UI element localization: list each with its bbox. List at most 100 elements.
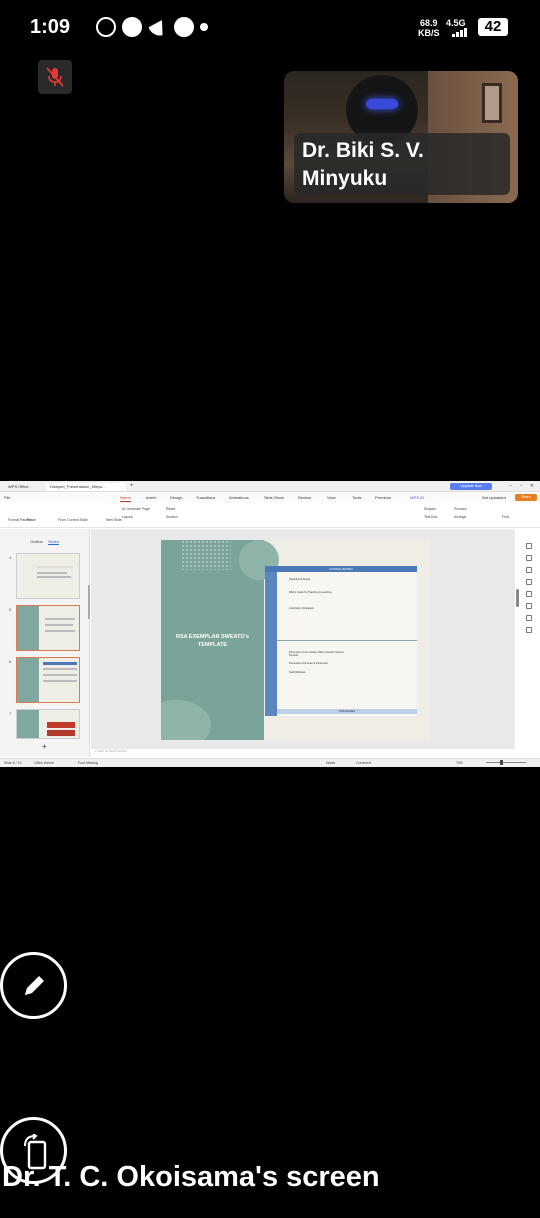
menu-view[interactable]: View	[327, 495, 336, 501]
toolbar-icon[interactable]	[526, 603, 532, 609]
shapes-button[interactable]: Shapes	[424, 507, 436, 512]
table-row: Promotion of Human & Personnel	[289, 662, 328, 665]
menu-design[interactable]: Design	[170, 495, 182, 501]
menu-insert[interactable]: Insert	[146, 495, 156, 501]
toolbar-icon[interactable]	[526, 567, 532, 573]
arrange-button[interactable]: Arrange	[454, 515, 466, 520]
theme-label[interactable]: Office theme	[34, 761, 54, 766]
tab-outline[interactable]: Outline	[30, 539, 43, 544]
table-footer: STRATEGIES	[277, 709, 417, 714]
ai-generate-page-button[interactable]: AI Generate Page	[122, 507, 150, 512]
menu-premium[interactable]: Premium	[375, 495, 391, 501]
network-speed: 68.9 KB/S	[418, 18, 440, 38]
facebook-icon	[122, 17, 142, 37]
panel-scrollbar[interactable]	[88, 585, 90, 619]
paste-button[interactable]: Paste	[27, 518, 36, 523]
menu-bar: File Home Insert Design Transitions Anim…	[0, 493, 540, 503]
tab-wps-office[interactable]: WPS Office	[4, 483, 40, 491]
menu-file[interactable]: File	[4, 495, 10, 501]
table-row: Institutional Scope	[289, 578, 311, 581]
telegram-icon	[145, 15, 171, 39]
close-icon[interactable]: ✕	[530, 483, 534, 489]
network-type: 4.5G	[446, 18, 466, 28]
notes-button[interactable]: Notes	[326, 761, 335, 766]
video-wall-frame	[482, 83, 502, 123]
mic-off-button[interactable]	[38, 60, 72, 94]
mic-off-icon	[46, 67, 64, 87]
whatsapp-icon	[96, 17, 116, 37]
menu-animations[interactable]: Animations	[229, 495, 249, 501]
toolbar-icon[interactable]	[526, 555, 532, 561]
slide-indicator: Slide 6 / 10	[4, 761, 22, 765]
menu-tools[interactable]: Tools	[352, 495, 361, 501]
toolbar-icon[interactable]	[526, 543, 532, 549]
upgrade-button[interactable]: Upgrade Now	[450, 483, 492, 490]
slide-number: 5	[9, 607, 12, 612]
table-divider	[277, 640, 417, 641]
menu-wps-ai[interactable]: WPS AI	[410, 495, 424, 501]
canvas-scrollbar[interactable]	[516, 589, 519, 607]
slide-thumbnail[interactable]	[16, 709, 80, 739]
new-tab-button[interactable]: +	[130, 483, 134, 489]
menu-transitions[interactable]: Transitions	[196, 495, 215, 501]
participant-video-tile[interactable]: Dr. Biki S. V. Minyuku	[284, 71, 518, 203]
annotate-button[interactable]	[0, 952, 67, 1019]
share-button[interactable]: Share	[515, 494, 537, 501]
menu-review[interactable]: Review	[298, 495, 311, 501]
from-current-slide-button[interactable]: From Current Slide	[58, 518, 88, 523]
maximize-icon[interactable]: ▫	[520, 483, 522, 489]
table-header: CONSOLIDATED	[265, 566, 417, 572]
current-slide[interactable]: RSA EXEMPLAR SWEATO's TEMPLATE CONSOLIDA…	[161, 540, 429, 740]
participant-name-label: Dr. Biki S. V. Minyuku	[294, 133, 510, 195]
layout-button[interactable]: Layout	[122, 515, 133, 520]
reset-button[interactable]: Reset	[166, 507, 175, 512]
pictures-button[interactable]: Pictures	[454, 507, 467, 512]
notes-placeholder[interactable]: Click to add notes	[95, 748, 127, 753]
toolbar-icon[interactable]	[526, 627, 532, 633]
chat-bubble-icon	[174, 17, 194, 37]
status-bar: 1:09 68.9 KB/S 4.5G 42	[0, 0, 540, 56]
new-slide-button[interactable]: New Slide	[106, 518, 122, 523]
zoom-level[interactable]: 76%	[456, 761, 463, 766]
app-tab-bar: WPS Office Dissport_Presentation_Minyu..…	[0, 481, 540, 492]
slide-title: RSA EXEMPLAR SWEATO's TEMPLATE	[175, 634, 250, 648]
participant-glasses	[366, 99, 398, 109]
slide-number: 7	[9, 711, 12, 716]
zoom-slider[interactable]	[486, 762, 526, 763]
menu-slide-show[interactable]: Slide Show	[264, 495, 284, 501]
toolbar-icon[interactable]	[526, 591, 532, 597]
add-slide-button[interactable]: +	[42, 742, 47, 751]
right-side-toolbar	[522, 537, 536, 657]
find-button[interactable]: Find	[502, 515, 509, 520]
slide-canvas: RSA EXEMPLAR SWEATO's TEMPLATE CONSOLIDA…	[91, 529, 515, 749]
notification-icons	[96, 15, 208, 39]
font-missing-label[interactable]: Font Missing	[78, 761, 98, 766]
table-row: Staff Wellness	[289, 671, 306, 674]
table-row: Promotion of the Literary Self in Human …	[289, 651, 344, 658]
tab-slides[interactable]: Slides	[48, 539, 59, 545]
upload-status[interactable]: Not uploaded	[482, 495, 506, 501]
zoom-slider-handle[interactable]	[500, 760, 503, 765]
table-row: Curriculum Strategies	[289, 607, 314, 610]
comment-button[interactable]: Comment	[356, 761, 371, 766]
toolbar-icon[interactable]	[526, 579, 532, 585]
slide-thumbnail[interactable]	[16, 605, 80, 651]
minimize-icon[interactable]: –	[509, 483, 512, 489]
tab-document[interactable]: Dissport_Presentation_Minyu...	[46, 483, 126, 491]
clock: 1:09	[30, 16, 71, 38]
battery-icon: 42	[478, 18, 508, 36]
slide-decoration	[181, 540, 231, 570]
signal-icon	[452, 28, 467, 37]
table-row: RSA's Goals for Teaching & Learning	[289, 591, 332, 594]
screen-share-label: Dr. T. C. Okoisama's screen	[2, 1161, 380, 1193]
toolbar-icon[interactable]	[526, 615, 532, 621]
section-button[interactable]: Section	[166, 515, 178, 520]
slide-thumbnail[interactable]	[16, 553, 80, 599]
menu-home[interactable]: Home	[120, 495, 131, 502]
text-box-button[interactable]: Text Box	[424, 515, 437, 520]
slide-thumbnail-panel: Outline Slides 4 5 6 7 +	[0, 529, 90, 757]
slide-table: CONSOLIDATED Institutional Scope RSA's G…	[265, 566, 417, 716]
shared-screen[interactable]: WPS Office Dissport_Presentation_Minyu..…	[0, 481, 540, 767]
slide-number: 6	[9, 659, 12, 664]
slide-thumbnail-current[interactable]	[16, 657, 80, 703]
